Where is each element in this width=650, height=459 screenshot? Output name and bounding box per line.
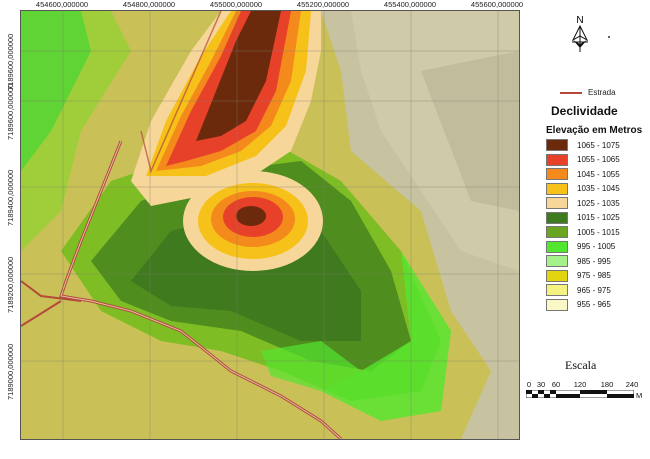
legend-items: 1065 - 1075 1055 - 1065 1045 - 1055 1035 - … xyxy=(546,138,620,312)
north-arrow-icon: N xyxy=(571,15,589,52)
legend-item: 955 - 965 xyxy=(546,298,620,313)
legend-item: 1015 - 1025 xyxy=(546,211,620,226)
y-tick-label: 7189000,000000 xyxy=(6,343,15,400)
legend-item: 1035 - 1045 xyxy=(546,182,620,197)
y-tick-label: 7189600,000000 xyxy=(6,83,15,140)
legend-item: 1065 - 1075 xyxy=(546,138,620,153)
scale-number: 60 xyxy=(551,380,561,389)
legend-label: 985 - 995 xyxy=(577,256,611,266)
legend-item: 1045 - 1055 xyxy=(546,167,620,182)
road-label: Estrada xyxy=(588,88,616,97)
legend-item: 965 - 975 xyxy=(546,283,620,298)
x-tick-label: 455600,000000 xyxy=(470,0,524,9)
legend-label: 955 - 965 xyxy=(577,300,611,310)
legend-item: 1005 - 1015 xyxy=(546,225,620,240)
legend-label: 1025 - 1035 xyxy=(577,198,620,208)
legend-label: 975 - 985 xyxy=(577,271,611,281)
legend-swatch xyxy=(546,211,568,224)
legend-label: 1035 - 1045 xyxy=(577,184,620,194)
legend-swatch xyxy=(546,197,568,210)
marker-dot xyxy=(608,36,610,38)
scale-unit: M xyxy=(636,391,643,400)
elevation-map xyxy=(21,11,519,439)
scale-number: 0 xyxy=(526,380,532,389)
road-swatch xyxy=(560,91,582,94)
legend-item: 1025 - 1035 xyxy=(546,196,620,211)
y-tick-label: 7189600,000000 xyxy=(6,33,15,90)
x-tick-label: 455200,000000 xyxy=(296,0,350,9)
scale-number: 240 xyxy=(625,380,639,389)
scale-number: 30 xyxy=(536,380,546,389)
legend-label: 1045 - 1055 xyxy=(577,169,620,179)
legend-label: 965 - 975 xyxy=(577,285,611,295)
legend-item: 1055 - 1065 xyxy=(546,153,620,168)
y-tick-label: 7189400,000000 xyxy=(6,169,15,226)
legend-swatch xyxy=(546,226,568,239)
legend-label: 1015 - 1025 xyxy=(577,213,620,223)
legend-swatch xyxy=(546,168,568,181)
legend-label: 1055 - 1065 xyxy=(577,155,620,165)
north-letter: N xyxy=(576,15,583,26)
y-tick-label: 7189200,000000 xyxy=(6,256,15,313)
legend-swatch xyxy=(546,182,568,195)
legend-swatch xyxy=(546,298,568,311)
x-tick-label: 455000,000000 xyxy=(209,0,263,9)
legend-swatch xyxy=(546,240,568,253)
road-legend: Estrada xyxy=(560,88,616,97)
legend-swatch xyxy=(546,284,568,297)
scale-number: 120 xyxy=(573,380,587,389)
x-tick-label: 454600,000000 xyxy=(35,0,89,9)
scale-number: 180 xyxy=(600,380,614,389)
legend-swatch xyxy=(546,269,568,282)
x-tick-label: 455400,000000 xyxy=(383,0,437,9)
scale-title: Escala xyxy=(565,358,597,372)
legend-swatch xyxy=(546,139,568,152)
legend-label: 1065 - 1075 xyxy=(577,140,620,150)
legend-swatch xyxy=(546,255,568,268)
x-tick-label: 454800,000000 xyxy=(122,0,176,9)
legend-item: 985 - 995 xyxy=(546,254,620,269)
legend-label: 1005 - 1015 xyxy=(577,227,620,237)
legend-title: Declividade xyxy=(551,104,618,118)
map-area[interactable] xyxy=(20,10,520,440)
legend-label: 995 - 1005 xyxy=(577,242,616,252)
scale-bar xyxy=(526,390,634,398)
legend-swatch xyxy=(546,153,568,166)
legend-item: 995 - 1005 xyxy=(546,240,620,255)
legend-subtitle: Elevação em Metros xyxy=(546,125,643,136)
legend-item: 975 - 985 xyxy=(546,269,620,284)
